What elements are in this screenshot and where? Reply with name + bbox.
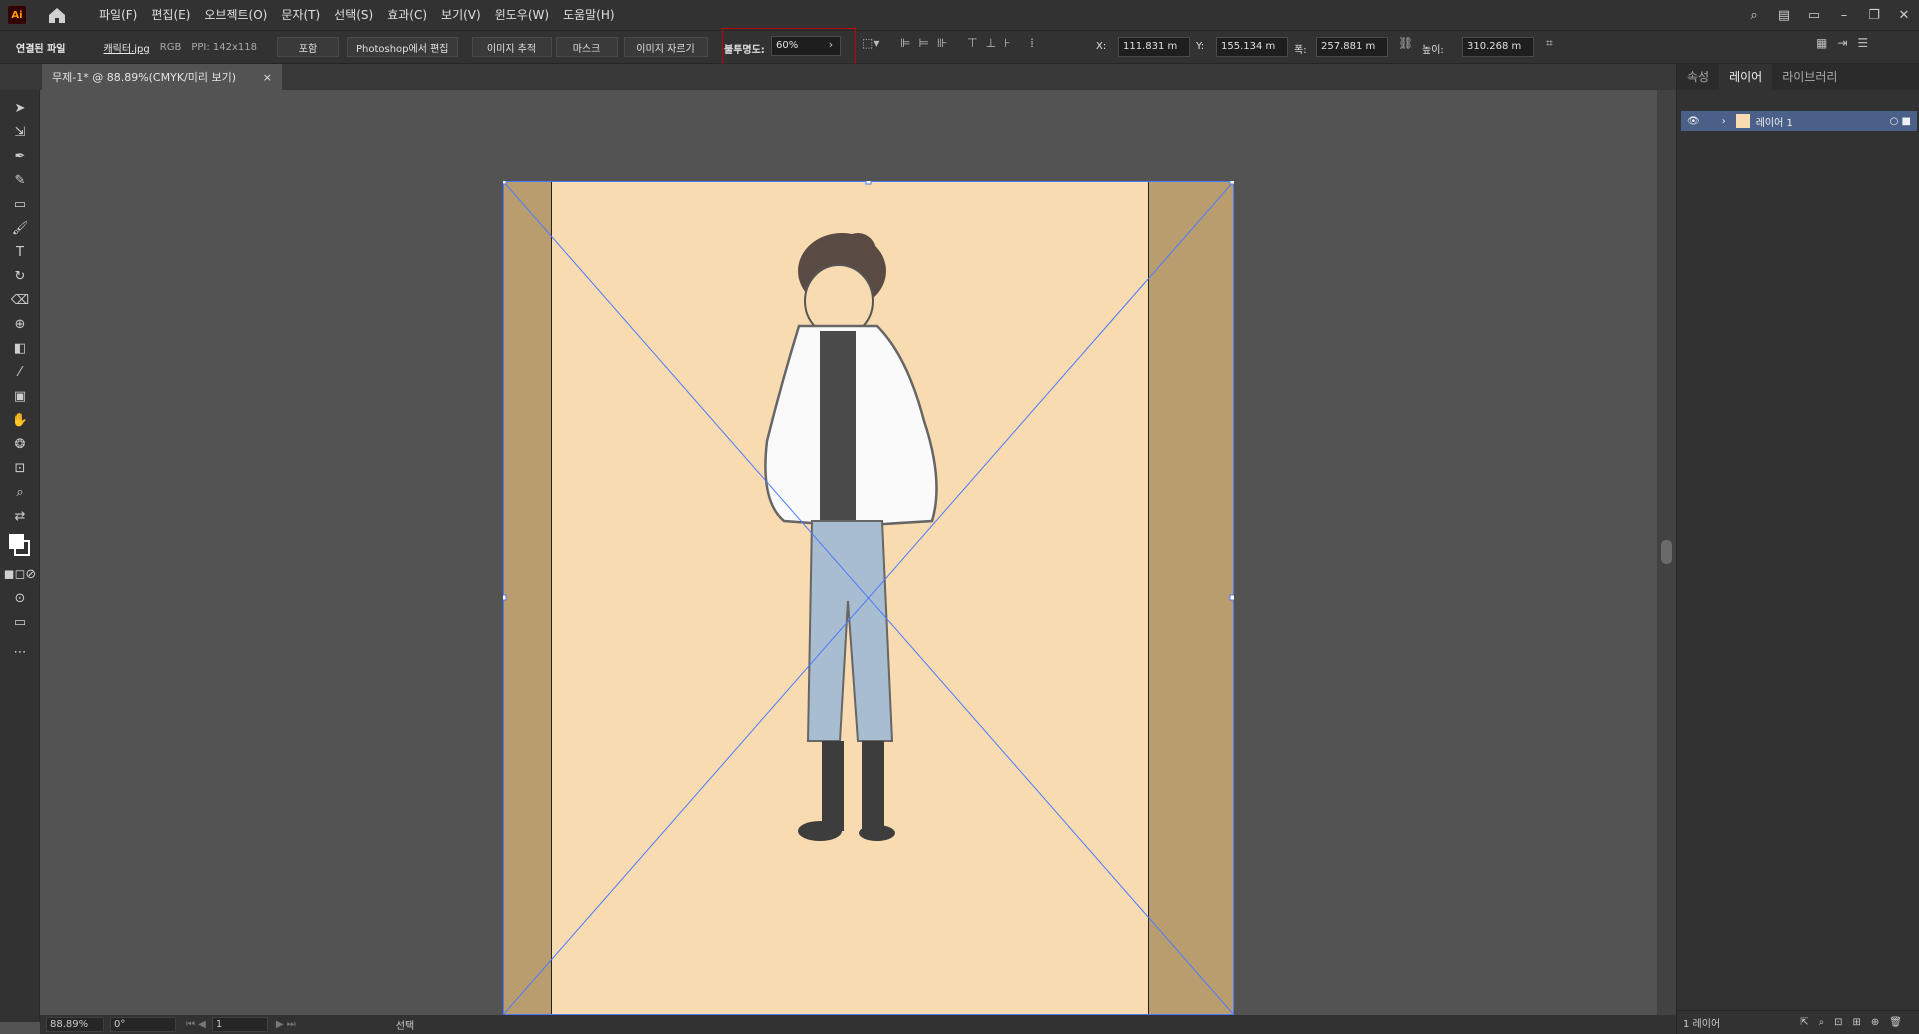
menu-bar: Ai 파일(F) 편집(E) 오브젝트(O) 문자(T) 선택(S) 효과(C)… xyxy=(0,0,1919,30)
draw-mode-icon[interactable]: ⊙ xyxy=(0,586,40,610)
rectangle-tool-icon[interactable]: ▭ xyxy=(0,192,40,216)
rotate-tool-icon[interactable]: ↻ xyxy=(0,264,40,288)
layer-count: 1 레이어 xyxy=(1683,1019,1721,1030)
canvas[interactable] xyxy=(40,90,1657,1015)
control-title: 연결된 파일 xyxy=(16,43,66,55)
eraser-tool-icon[interactable]: ⌫ xyxy=(0,288,40,312)
toolbox: ➤ ⇲ ✒ ✎ ▭ 🖌 T ↻ ⌫ ⊕ ◧ ⁄ ▣ ✋ ❂ ⊡ ⌕ ⇄ ◼◻⊘ … xyxy=(0,90,40,1022)
menu-window[interactable]: 윈도우(W) xyxy=(488,0,556,30)
width-input[interactable]: 257.881 m xyxy=(1316,37,1388,57)
expand-arrow-icon[interactable]: › xyxy=(1722,116,1726,127)
link-icon[interactable]: ⛓ xyxy=(1398,36,1413,58)
bounding-box xyxy=(503,181,1234,1015)
home-icon[interactable] xyxy=(46,4,68,26)
arrange-icon[interactable]: ▭ xyxy=(1799,8,1829,23)
tab-properties[interactable]: 속성 xyxy=(1677,64,1719,90)
layer-thumbnail xyxy=(1735,114,1750,128)
menu-view[interactable]: 보기(V) xyxy=(434,0,488,30)
eyedropper-tool-icon[interactable]: ⁄ xyxy=(0,360,40,384)
panel-tabs: 속성 레이어 라이브러리 xyxy=(1677,64,1919,90)
tab-libraries[interactable]: 라이브러리 xyxy=(1772,64,1847,90)
minimize-icon[interactable]: – xyxy=(1829,8,1859,23)
menu-select[interactable]: 선택(S) xyxy=(327,0,380,30)
close-tab-icon[interactable]: × xyxy=(263,71,272,84)
menu-help[interactable]: 도움말(H) xyxy=(556,0,622,30)
symbol-sprayer-tool-icon[interactable]: ❂ xyxy=(0,432,40,456)
panel-footer: 1 레이어 ⇱⌕⊡⊞⊕🗑 xyxy=(1677,1010,1919,1034)
linked-filename[interactable]: 캐릭터.jpg xyxy=(103,40,149,55)
image-trace-button[interactable]: 이미지 추적 xyxy=(471,37,552,57)
color-mode-icon[interactable]: ◼◻⊘ xyxy=(0,562,40,586)
height-label: 높이: xyxy=(1422,45,1444,56)
height-input[interactable]: 310.268 m xyxy=(1462,37,1534,57)
transform-panel-icon[interactable]: ⌗ xyxy=(1546,36,1553,58)
tab-layers[interactable]: 레이어 xyxy=(1719,64,1773,90)
transform-icon[interactable]: ⬚▾ xyxy=(862,36,879,58)
layer-name[interactable]: 레이어 1 xyxy=(1756,114,1793,129)
close-icon[interactable]: ✕ xyxy=(1889,8,1919,23)
zoom-tool-icon[interactable]: ⌕ xyxy=(0,480,40,504)
crop-image-button[interactable]: 이미지 자르기 xyxy=(623,37,708,57)
document-title: 무제-1* @ 88.89%(CMYK/미리 보기) xyxy=(52,71,237,84)
gradient-tool-icon[interactable]: ◧ xyxy=(0,336,40,360)
fill-stroke-icon[interactable] xyxy=(0,528,40,562)
layer-actions-icons[interactable]: ⇱⌕⊡⊞⊕🗑 xyxy=(1800,1017,1912,1028)
swap-fill-stroke-icon[interactable]: ⇄ xyxy=(0,504,40,528)
document-tab[interactable]: 무제-1* @ 88.89%(CMYK/미리 보기) × xyxy=(42,64,282,90)
app-logo: Ai xyxy=(8,6,26,24)
edit-photoshop-button[interactable]: Photoshop에서 편집 xyxy=(346,37,458,57)
artboard[interactable] xyxy=(503,181,1234,1015)
current-tool-status: 선택 xyxy=(395,1021,415,1032)
menu-effect[interactable]: 효과(C) xyxy=(380,0,434,30)
opacity-label: 불투명도: xyxy=(724,45,765,56)
menu-object[interactable]: 오브젝트(O) xyxy=(197,0,274,30)
shape-builder-tool-icon[interactable]: ⊕ xyxy=(0,312,40,336)
align-icons[interactable]: ⊫⊨⊪ ⊤⊥⊦ ⁞ xyxy=(900,36,1042,58)
page-nav-icon[interactable]: ⏮ ◀ xyxy=(186,1019,206,1030)
restore-icon[interactable]: ❐ xyxy=(1859,8,1889,23)
rotate-field[interactable]: 0° xyxy=(110,1017,176,1032)
chevron-right-icon[interactable]: › xyxy=(822,38,840,54)
mask-button[interactable]: 마스크 xyxy=(555,37,618,57)
embed-button[interactable]: 포함 xyxy=(276,37,339,57)
scroll-thumb[interactable] xyxy=(1661,540,1672,564)
type-tool-icon[interactable]: T xyxy=(0,240,40,264)
page-field[interactable]: 1 xyxy=(211,1017,268,1032)
live-paint-tool-icon[interactable]: ▣ xyxy=(0,384,40,408)
target-icon[interactable]: ○ ■ xyxy=(1890,116,1911,127)
y-label: Y: xyxy=(1196,41,1205,52)
width-label: 폭: xyxy=(1294,45,1307,56)
status-bar: 88.89% 0° ⏮ ◀ 1 ▶ ⏭ 선택 xyxy=(40,1015,1676,1034)
selection-tool-icon[interactable]: ➤ xyxy=(0,96,40,120)
x-input[interactable]: 111.831 m xyxy=(1118,37,1190,57)
control-menu-icons[interactable]: ▦⇥☰ xyxy=(1816,36,1878,58)
menu-type[interactable]: 문자(T) xyxy=(274,0,327,30)
direct-selection-tool-icon[interactable]: ⇲ xyxy=(0,120,40,144)
menu-edit[interactable]: 편집(E) xyxy=(144,0,197,30)
main-menu: 파일(F) 편집(E) 오브젝트(O) 문자(T) 선택(S) 효과(C) 보기… xyxy=(92,0,622,30)
layer-row[interactable]: 👁 › 레이어 1 ○ ■ xyxy=(1681,111,1917,131)
search-icon[interactable]: ⌕ xyxy=(1739,8,1769,23)
screen-mode-icon[interactable]: ▭ xyxy=(0,610,40,634)
ppi-info: PPI: 142x118 xyxy=(191,41,257,53)
y-input[interactable]: 155.134 m xyxy=(1216,37,1288,57)
paintbrush-tool-icon[interactable]: 🖌 xyxy=(0,216,40,240)
eye-icon[interactable]: 👁 xyxy=(1687,116,1700,127)
pen-tool-icon[interactable]: ✒ xyxy=(0,144,40,168)
more-tools-icon[interactable]: ⋯ xyxy=(0,640,40,664)
curvature-tool-icon[interactable]: ✎ xyxy=(0,168,40,192)
workspace-icon[interactable]: ▤ xyxy=(1769,8,1799,23)
zoom-field[interactable]: 88.89% xyxy=(46,1017,104,1032)
color-mode: RGB xyxy=(159,41,182,53)
document-tab-bar: 무제-1* @ 88.89%(CMYK/미리 보기) × xyxy=(0,64,1676,90)
puppet-warp-tool-icon[interactable]: ✋ xyxy=(0,408,40,432)
artboard-tool-icon[interactable]: ⊡ xyxy=(0,456,40,480)
vertical-scrollbar[interactable] xyxy=(1657,90,1676,1015)
layers-panel: 속성 레이어 라이브러리 👁 › 레이어 1 ○ ■ 1 레이어 ⇱⌕⊡⊞⊕🗑 xyxy=(1676,64,1919,1034)
x-label: X: xyxy=(1096,41,1107,52)
window-controls: ⌕ ▤ ▭ – ❐ ✕ xyxy=(1739,0,1919,30)
menu-file[interactable]: 파일(F) xyxy=(92,0,144,30)
page-next-icon[interactable]: ▶ ⏭ xyxy=(276,1019,296,1030)
